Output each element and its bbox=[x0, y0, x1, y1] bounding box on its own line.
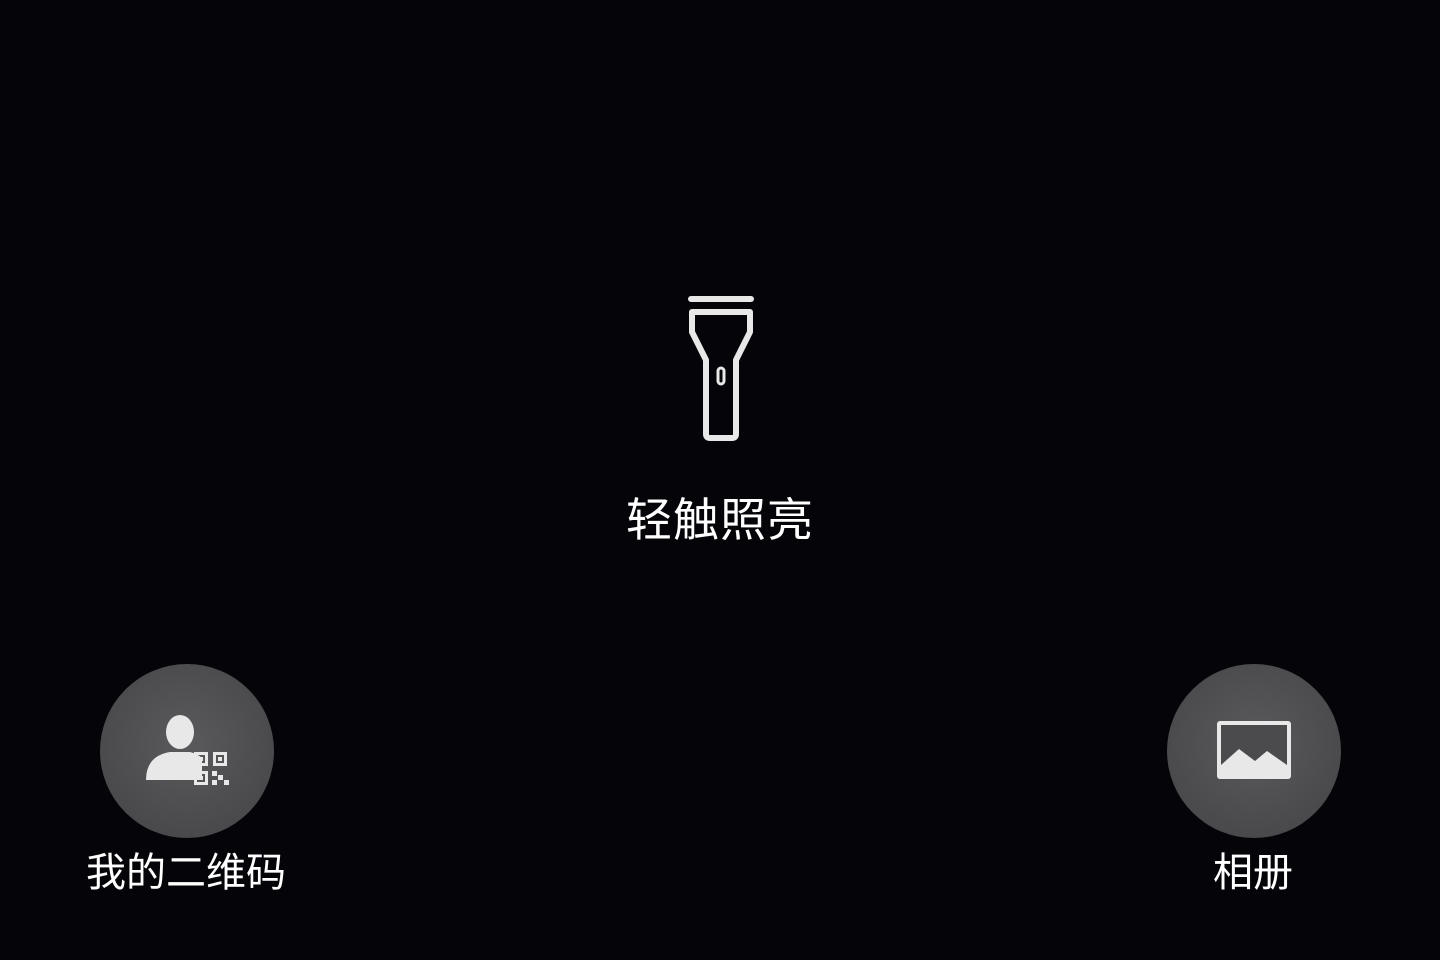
flashlight-label: 轻触照亮 bbox=[626, 493, 814, 547]
flashlight-icon bbox=[688, 296, 754, 441]
my-qr-code-label: 我的二维码 bbox=[86, 850, 286, 896]
flashlight-toggle[interactable]: 轻触照亮 bbox=[560, 280, 880, 570]
my-qr-code-button[interactable] bbox=[100, 664, 274, 838]
image-icon bbox=[1217, 721, 1291, 779]
album-button[interactable] bbox=[1167, 664, 1341, 838]
scanner-screen: 轻触照亮 我的二维码 相册 bbox=[0, 0, 1440, 960]
user-qr-code-icon bbox=[146, 715, 229, 785]
album-label: 相册 bbox=[1213, 850, 1293, 896]
